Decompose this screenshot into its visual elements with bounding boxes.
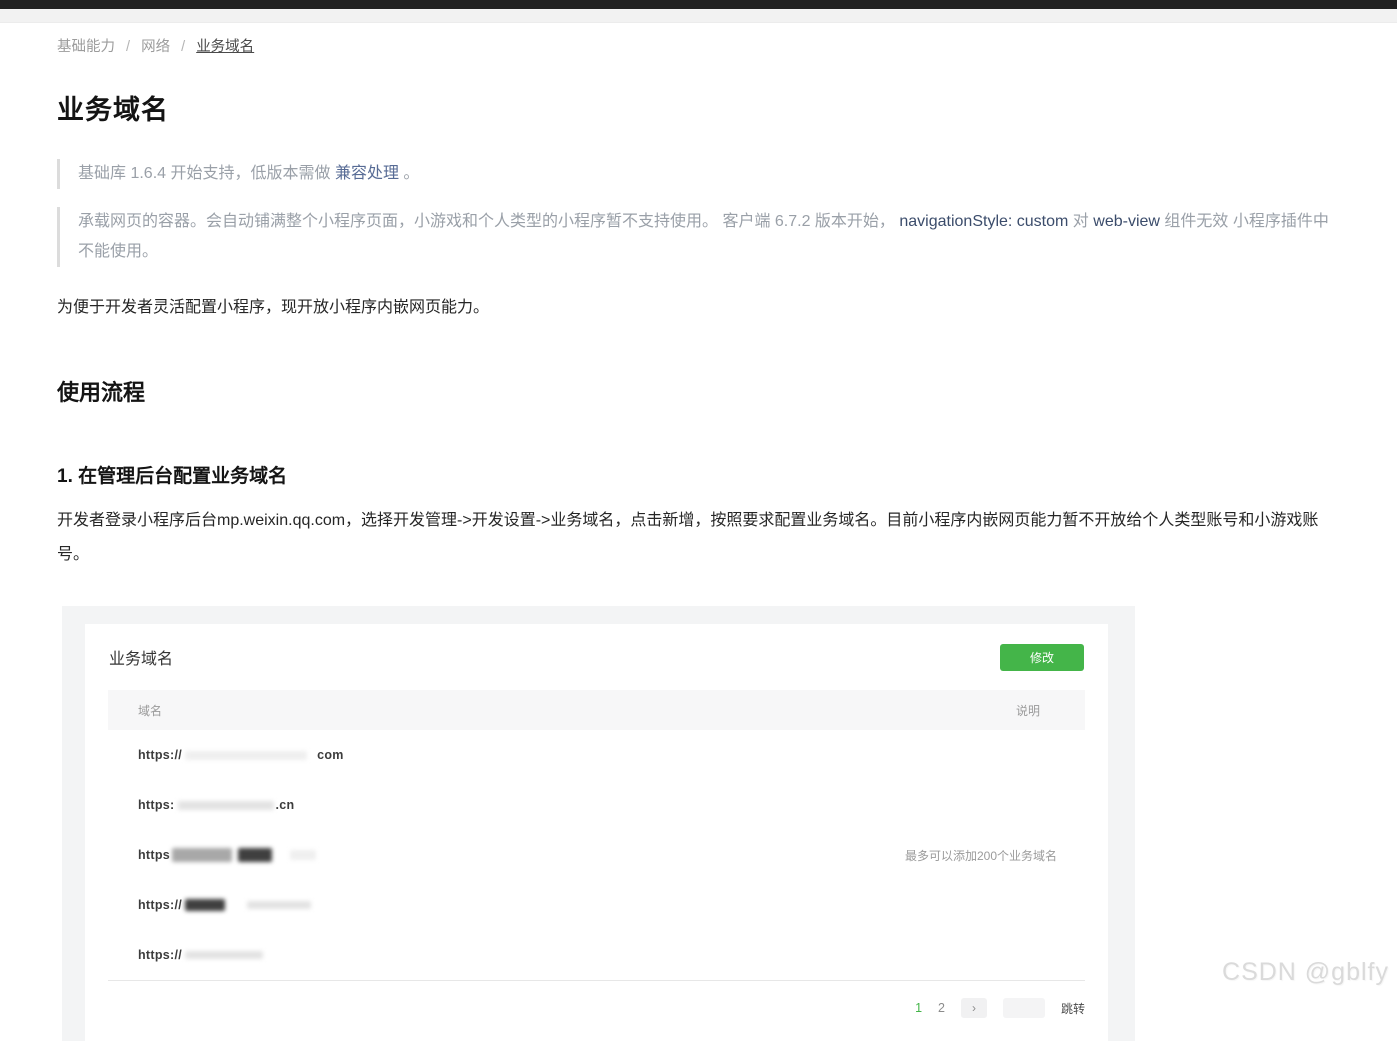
- compatibility-note: 基础库 1.6.4 开始支持，低版本需做 兼容处理 。: [57, 159, 1340, 189]
- url-prefix: https://: [138, 748, 182, 762]
- divider: [108, 980, 1085, 981]
- page-1: 1: [915, 1001, 922, 1015]
- redacted-domain: [238, 848, 272, 862]
- next-page-button: ›: [961, 998, 987, 1018]
- navigation-style-code: navigationStyle: custom: [899, 213, 1068, 230]
- table-body: https:// com https: .cn https: [108, 730, 1085, 980]
- breadcrumb-item-network[interactable]: 网络: [141, 39, 170, 55]
- url-prefix: https://: [138, 948, 182, 962]
- url-suffix: com: [317, 748, 344, 762]
- breadcrumb: 基础能力 / 网络 / 业务域名: [57, 35, 1397, 56]
- step1-body: 开发者登录小程序后台mp.weixin.qq.com，选择开发管理->开发设置-…: [57, 504, 1344, 572]
- page-jump-input: [1003, 998, 1045, 1018]
- desc-note-text: 承载网页的容器。会自动铺满整个小程序页面，小游戏和个人类型的小程序暂不支持使用。…: [78, 213, 899, 230]
- web-view-code: web-view: [1093, 213, 1160, 230]
- redacted-domain: [185, 751, 307, 760]
- redacted-domain: [247, 901, 311, 909]
- doc-content: 基础能力 / 网络 / 业务域名 业务域名 基础库 1.6.4 开始支持，低版本…: [0, 35, 1397, 1041]
- csdn-watermark: CSDN @gblfy: [1222, 958, 1389, 987]
- page-title: 业务域名: [57, 88, 1397, 127]
- table-header: 域名 说明: [108, 690, 1085, 730]
- card-title: 业务域名: [109, 645, 173, 669]
- column-header-description: 说明: [1016, 702, 1040, 719]
- chevron-right-icon: ›: [972, 1001, 976, 1015]
- pagination: 1 2 › 跳转: [85, 998, 1085, 1018]
- step1-heading: 1. 在管理后台配置业务域名: [57, 461, 1397, 488]
- table-row: https://: [108, 930, 1085, 980]
- desc-note-text: 对: [1068, 213, 1093, 230]
- description-note: 承载网页的容器。会自动铺满整个小程序页面，小游戏和个人类型的小程序暂不支持使用。…: [57, 207, 1340, 267]
- breadcrumb-item-basic-ability[interactable]: 基础能力: [57, 39, 115, 55]
- redacted-domain: [178, 801, 274, 810]
- compat-handling-link[interactable]: 兼容处理: [335, 165, 399, 182]
- section-heading-usage-flow: 使用流程: [57, 375, 1397, 407]
- compat-note-text-after: 。: [399, 165, 419, 182]
- compat-note-text: 基础库 1.6.4 开始支持，低版本需做: [78, 165, 335, 182]
- card-header: 业务域名 修改: [85, 624, 1108, 690]
- window-top-edge: [0, 0, 1397, 9]
- url-prefix: https:: [138, 798, 175, 812]
- breadcrumb-separator: /: [126, 39, 130, 55]
- redacted-domain: [290, 850, 316, 860]
- edit-button: 修改: [1000, 644, 1084, 671]
- table-row: https://: [108, 880, 1085, 930]
- redacted-domain: [172, 848, 232, 862]
- page-top-strip: [0, 9, 1397, 23]
- redacted-domain: [185, 899, 225, 911]
- breadcrumb-item-business-domain[interactable]: 业务域名: [196, 39, 254, 55]
- screenshot-admin-panel: 业务域名 修改 域名 说明 https:// com https: .cn: [62, 606, 1135, 1041]
- table-row: https:// com: [108, 730, 1085, 780]
- redacted-domain: [185, 951, 263, 959]
- url-suffix: .cn: [276, 798, 295, 812]
- url-prefix: https://: [138, 898, 182, 912]
- jump-button: 跳转: [1061, 1000, 1085, 1017]
- business-domain-card: 业务域名 修改 域名 说明 https:// com https: .cn: [85, 624, 1108, 1041]
- intro-paragraph: 为便于开发者灵活配置小程序，现开放小程序内嵌网页能力。: [57, 293, 1397, 317]
- column-header-domain: 域名: [138, 702, 162, 719]
- max-domains-hint: 最多可以添加200个业务域名: [905, 847, 1057, 864]
- url-prefix: https: [138, 848, 170, 862]
- page-2: 2: [938, 1001, 945, 1015]
- breadcrumb-separator: /: [181, 39, 185, 55]
- table-row: https: .cn: [108, 780, 1085, 830]
